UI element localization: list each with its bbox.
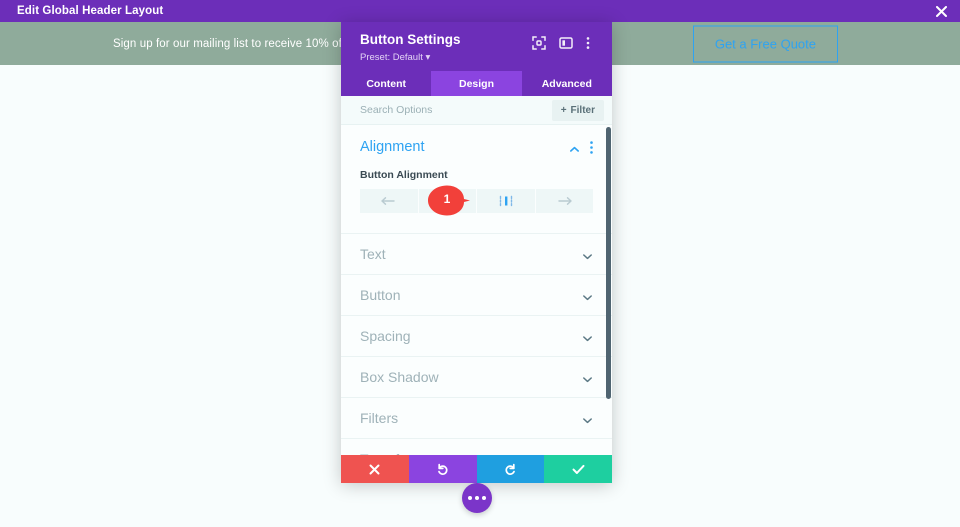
section-box-shadow-title: Box Shadow: [360, 369, 439, 385]
section-filters[interactable]: Filters: [341, 398, 612, 439]
align-center-option[interactable]: [418, 189, 476, 213]
section-alignment-controls: [569, 140, 593, 154]
plus-icon: +: [560, 104, 567, 116]
tab-design[interactable]: Design: [431, 71, 522, 96]
vertical-dots-icon[interactable]: [586, 36, 600, 50]
chevron-down-icon: ▾: [425, 51, 431, 63]
panel-layout-icon[interactable]: [559, 36, 573, 50]
filter-button[interactable]: + Filter: [551, 99, 604, 121]
button-alignment-label: Button Alignment: [360, 169, 448, 181]
redo-icon: [505, 463, 515, 475]
preset-selector[interactable]: Preset: Default ▾: [360, 52, 461, 63]
align-justify-option[interactable]: [477, 189, 535, 213]
section-box-shadow[interactable]: Box Shadow: [341, 357, 612, 398]
section-transform-title: Transform: [360, 451, 423, 455]
tab-advanced[interactable]: Advanced: [521, 71, 612, 96]
close-icon[interactable]: [922, 0, 960, 22]
undo-button[interactable]: [408, 455, 477, 483]
chevron-down-icon: [582, 249, 593, 260]
modal-footer: [341, 455, 612, 483]
preset-label: Preset: Default: [360, 51, 423, 63]
more-options-fab[interactable]: [461, 483, 492, 513]
horizontal-dots-icon: [467, 496, 486, 500]
section-text[interactable]: Text: [341, 234, 612, 275]
check-icon: [572, 464, 585, 474]
chevron-down-icon: [582, 331, 593, 342]
align-left-option[interactable]: [360, 189, 418, 213]
section-spacing[interactable]: Spacing: [341, 316, 612, 357]
cancel-button[interactable]: [341, 455, 409, 483]
section-transform[interactable]: Transform: [341, 439, 612, 455]
filter-label: Filter: [570, 104, 595, 116]
close-icon: [369, 464, 380, 474]
section-button-title: Button: [360, 287, 401, 303]
settings-body: Alignment Button Alignment 1 Text Button…: [341, 125, 612, 455]
section-text-title: Text: [360, 246, 386, 262]
save-button[interactable]: [544, 455, 612, 483]
search-row: + Filter: [341, 96, 612, 125]
modal-header-icons: [532, 36, 600, 50]
tab-content[interactable]: Content: [341, 71, 432, 96]
chevron-down-icon: [582, 454, 593, 456]
align-right-option[interactable]: [535, 189, 593, 213]
section-alignment: Alignment Button Alignment 1: [341, 125, 612, 234]
button-alignment-group: 1: [360, 185, 593, 216]
search-input[interactable]: [360, 104, 546, 116]
page-title: Edit Global Header Layout: [17, 5, 164, 17]
modal-header: Button Settings Preset: Default ▾: [341, 22, 612, 71]
builder-topbar: Edit Global Header Layout: [0, 0, 960, 22]
settings-tabs: Content Design Advanced: [341, 71, 612, 96]
section-alignment-header[interactable]: Alignment: [360, 139, 593, 155]
section-alignment-title: Alignment: [360, 139, 425, 155]
section-menu-vertical-dots-icon[interactable]: [590, 140, 593, 154]
settings-scroll-area[interactable]: Alignment Button Alignment 1 Text Button…: [341, 125, 612, 455]
chevron-down-icon: [582, 372, 593, 383]
button-settings-modal: Button Settings Preset: Default ▾ Conten…: [341, 22, 612, 513]
modal-header-text: Button Settings Preset: Default ▾: [360, 32, 461, 63]
chevron-up-icon[interactable]: [569, 142, 580, 153]
get-a-free-quote-button[interactable]: Get a Free Quote: [692, 25, 838, 62]
settings-scrollbar-track[interactable]: [606, 125, 612, 455]
app-root: Edit Global Header Layout Sign up for ou…: [0, 0, 960, 527]
chevron-down-icon: [582, 413, 593, 424]
chevron-down-icon: [582, 290, 593, 301]
settings-scrollbar-thumb[interactable]: [606, 127, 611, 399]
section-filters-title: Filters: [360, 410, 399, 426]
redo-button[interactable]: [476, 455, 545, 483]
focus-icon[interactable]: [532, 36, 546, 50]
undo-icon: [438, 463, 448, 475]
modal-title: Button Settings: [360, 32, 461, 47]
section-spacing-title: Spacing: [360, 328, 411, 344]
section-button[interactable]: Button: [341, 275, 612, 316]
